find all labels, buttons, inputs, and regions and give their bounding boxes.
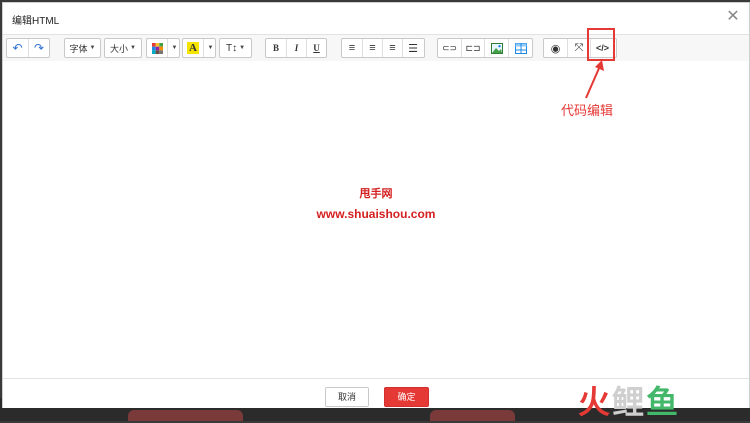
chevron-down-icon[interactable]: ▼ — [208, 45, 214, 51]
image-icon[interactable] — [484, 39, 508, 57]
unlink-icon[interactable]: ⊏⊐ — [461, 39, 484, 57]
history-group: ↶ ↷ — [6, 38, 50, 58]
background-photo — [430, 410, 515, 421]
chevron-down-icon: ▼ — [130, 45, 136, 51]
cancel-button[interactable]: 取消 — [325, 387, 369, 407]
watermark-char: 鱼 — [646, 384, 681, 420]
size-label: 大小 — [110, 43, 129, 54]
insert-group: ⊂⊃ ⊏⊐ — [437, 38, 533, 58]
bold-button[interactable]: B — [266, 39, 286, 57]
watermark-char: 鲤 — [612, 384, 647, 420]
annotation-label: 代码编辑 — [561, 103, 614, 118]
align-justify-icon[interactable]: ☰ — [402, 39, 423, 57]
editor-text-line: 甩手网 — [359, 188, 393, 200]
text-style-group: B I U — [265, 38, 327, 58]
font-color-icon[interactable]: A — [183, 39, 203, 57]
editor-toolbar: ↶ ↷ 字体 ▼ 大小 ▼ ▼ A ▼ T↕ ▼ B I U ≡ ≡ ≡ ☰ ⊂… — [3, 34, 749, 62]
undo-icon[interactable]: ↶ — [7, 39, 28, 57]
preview-eye-icon[interactable]: ◉ — [544, 39, 567, 57]
watermark-char: 火 — [578, 384, 613, 420]
chevron-down-icon: ▼ — [239, 45, 246, 51]
dialog-title: 编辑HTML — [12, 16, 60, 27]
italic-button[interactable]: I — [286, 39, 306, 57]
table-icon[interactable] — [508, 39, 532, 57]
size-dropdown[interactable]: 大小 ▼ — [104, 38, 142, 58]
color-grid-icon[interactable] — [147, 39, 167, 57]
chevron-down-icon[interactable]: ▼ — [172, 45, 178, 51]
font-label: 字体 — [69, 43, 88, 54]
watermark-logo: 火鲤鱼 — [578, 377, 680, 423]
font-dropdown[interactable]: 字体 ▼ — [64, 38, 101, 58]
align-left-icon[interactable]: ≡ — [342, 39, 362, 57]
chevron-down-icon: ▼ — [89, 45, 96, 51]
editor-content-area[interactable]: 甩手网 www.shuaishou.com — [3, 61, 749, 378]
redo-icon[interactable]: ↷ — [28, 39, 49, 57]
confirm-button[interactable]: 确定 — [384, 387, 429, 407]
heading-label: T↕ — [225, 42, 238, 54]
annotation-arrow-icon — [585, 60, 604, 99]
heading-dropdown[interactable]: T↕ ▼ — [219, 38, 252, 58]
font-color-picker[interactable]: A ▼ — [182, 38, 216, 58]
editor-text-url: www.shuaishou.com — [316, 207, 436, 221]
dialog-titlebar: 编辑HTML ✕ — [3, 3, 749, 33]
code-button-highlight — [587, 28, 615, 61]
background-photo — [128, 410, 243, 421]
align-group: ≡ ≡ ≡ ☰ — [341, 38, 425, 58]
underline-button[interactable]: U — [306, 39, 326, 57]
align-right-icon[interactable]: ≡ — [382, 39, 402, 57]
link-icon[interactable]: ⊂⊃ — [438, 39, 461, 57]
edit-html-dialog: 编辑HTML ✕ ↶ ↷ 字体 ▼ 大小 ▼ ▼ A ▼ T↕ ▼ B I U … — [2, 2, 750, 408]
color-picker[interactable]: ▼ — [146, 38, 180, 58]
align-center-icon[interactable]: ≡ — [362, 39, 382, 57]
close-icon[interactable]: ✕ — [725, 9, 741, 25]
